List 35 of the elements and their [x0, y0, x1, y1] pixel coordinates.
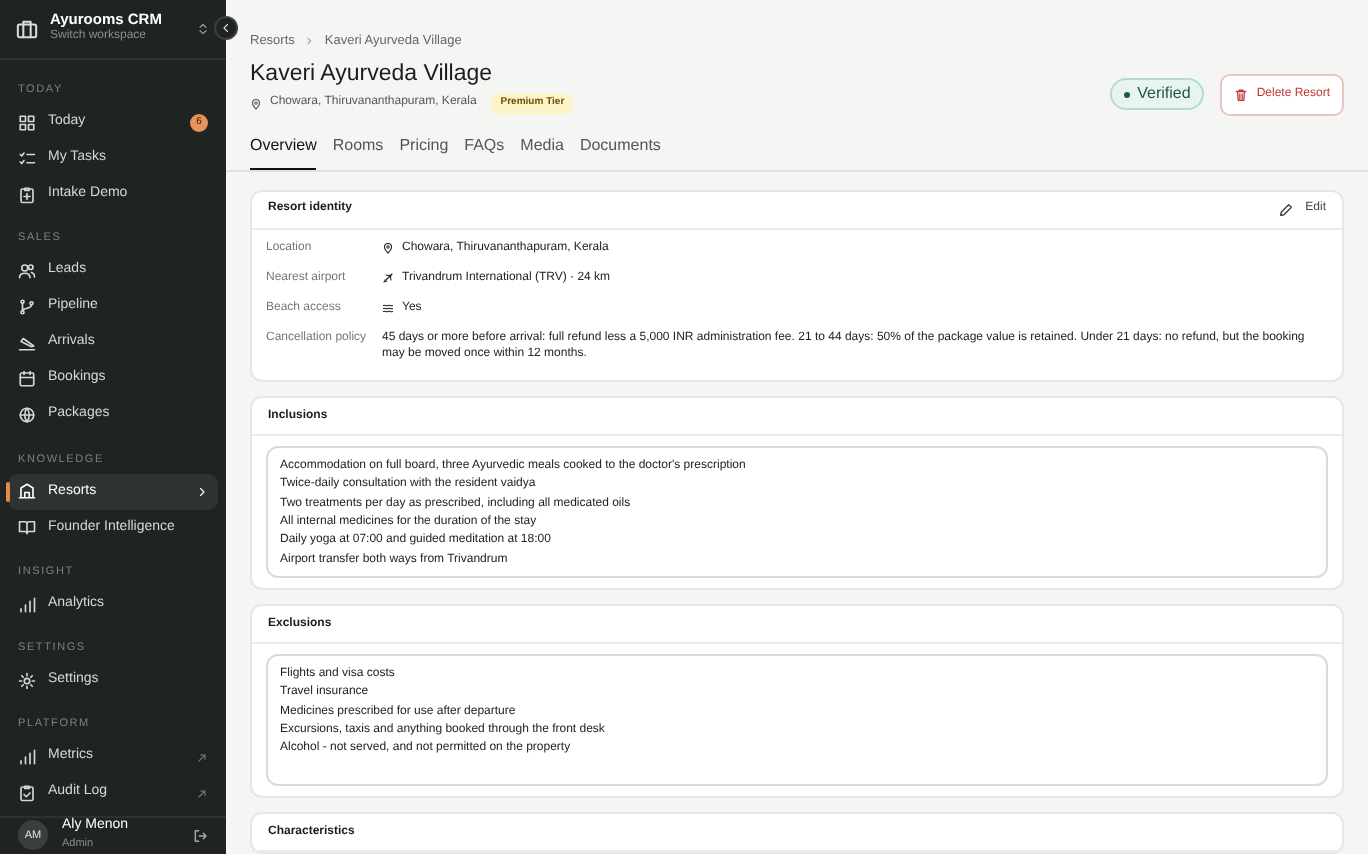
page-title: Kaveri Ayurveda Village	[250, 59, 495, 90]
logout-button[interactable]	[192, 827, 208, 844]
bar-chart-icon	[18, 595, 36, 613]
pin-icon	[382, 241, 394, 254]
status-pill: Verified	[1109, 78, 1205, 111]
chevron-left-icon	[220, 22, 232, 34]
chevron-right-icon	[196, 485, 208, 498]
status-dot	[1123, 91, 1130, 98]
clipboard-icon	[18, 185, 36, 204]
bar-chart-icon	[18, 748, 36, 766]
globe-icon	[18, 406, 36, 424]
book-icon	[18, 518, 36, 537]
chevron-up-down-icon	[196, 22, 210, 36]
tab[interactable]: Documents	[579, 127, 661, 170]
collapse-sidebar-button[interactable]	[214, 16, 238, 40]
landing-icon	[18, 334, 36, 352]
trash-icon	[1234, 87, 1249, 102]
chevron-right-icon	[304, 36, 315, 47]
building-icon	[18, 482, 36, 501]
grid-icon	[18, 113, 36, 132]
branch-icon	[18, 298, 36, 316]
people-icon	[18, 262, 36, 280]
clipboard-check-icon	[18, 784, 36, 802]
tab[interactable]: Rooms	[332, 127, 384, 170]
plane-icon	[382, 271, 394, 284]
briefcase-icon	[16, 18, 38, 40]
tab[interactable]: Media	[520, 127, 564, 170]
pencil-icon	[1277, 201, 1294, 218]
checklist-icon	[18, 149, 36, 168]
tab[interactable]: Pricing	[399, 127, 449, 170]
pin-icon	[250, 97, 262, 110]
calendar-icon	[18, 370, 36, 388]
tab[interactable]: FAQs	[464, 127, 505, 170]
logout-icon	[192, 827, 208, 844]
tab[interactable]: Overview	[250, 127, 317, 170]
